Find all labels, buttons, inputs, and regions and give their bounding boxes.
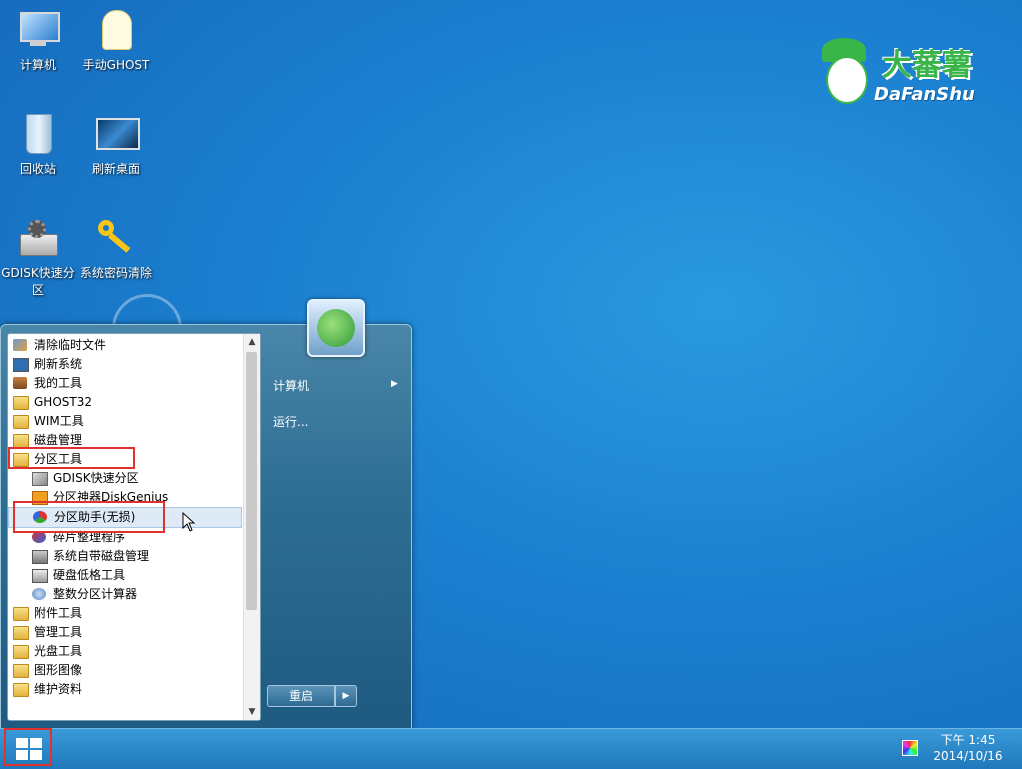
taskbar-clock[interactable]: 下午 1:45 2014/10/16 [928, 732, 1008, 764]
program-item[interactable]: 清除临时文件 [8, 336, 244, 355]
program-label: 清除临时文件 [34, 338, 107, 352]
desktop-icon-computer[interactable]: 计算机 [0, 8, 76, 73]
program-label: 我的工具 [34, 376, 83, 390]
display-settings-icon[interactable] [902, 740, 918, 756]
program-folder[interactable]: GHOST32 [8, 393, 244, 412]
scroll-thumb[interactable] [246, 352, 257, 610]
broom-icon [13, 339, 27, 351]
programs-scrollbar[interactable]: ▲ ▼ [243, 334, 260, 720]
dafanshu-logo: 大蕃薯 DaFanShu [812, 30, 992, 110]
right-panel-computer[interactable]: 计算机 [273, 377, 309, 394]
disk-tool-icon [32, 472, 48, 486]
program-folder[interactable]: 维护资料 [8, 680, 244, 699]
desktop-icon-label: 刷新桌面 [91, 162, 140, 176]
monitor-icon [13, 358, 29, 372]
program-label: 硬盘低格工具 [53, 568, 126, 582]
program-item-low-format[interactable]: 硬盘低格工具 [8, 566, 244, 585]
program-label: 磁盘管理 [34, 433, 83, 447]
highlight-partition-assistant [13, 501, 165, 533]
program-label: 系统自带磁盘管理 [53, 549, 150, 563]
gdisk-icon [16, 216, 60, 260]
program-folder[interactable]: 光盘工具 [8, 642, 244, 661]
mascot-icon [816, 38, 872, 106]
windows-logo-icon [16, 738, 42, 760]
start-menu: 清除临时文件 刷新系统 我的工具 GHOST32 WIM工具 磁盘管理 分区工具… [0, 299, 412, 730]
program-label: 维护资料 [34, 682, 83, 696]
right-panel-run[interactable]: 运行... [273, 413, 308, 430]
desktop-icon-label: 系统密码清除 [79, 266, 152, 280]
desktop-icon-label: 回收站 [19, 162, 56, 176]
program-label: 刷新系统 [34, 357, 83, 371]
computer-icon [16, 8, 60, 52]
folder-icon [13, 607, 29, 621]
folder-icon [13, 664, 29, 678]
folder-icon [13, 434, 29, 448]
scroll-up-icon[interactable]: ▲ [244, 334, 260, 350]
mascot-icon [317, 309, 355, 347]
scroll-down-icon[interactable]: ▼ [244, 704, 260, 720]
program-label: WIM工具 [34, 414, 84, 428]
desktop-icon-refresh-desktop[interactable]: 刷新桌面 [78, 112, 154, 177]
program-label: GHOST32 [34, 395, 92, 409]
program-folder[interactable]: 图形图像 [8, 661, 244, 680]
desktop-icon-label: 手动GHOST [82, 58, 150, 72]
program-item-partition-calculator[interactable]: 整数分区计算器 [8, 585, 244, 604]
toolbox-icon [13, 377, 27, 389]
desktop-icon-label: 计算机 [19, 58, 56, 72]
ghost-icon [94, 8, 138, 52]
program-label: 光盘工具 [34, 644, 83, 658]
restart-button[interactable]: 重启 [267, 685, 335, 707]
desktop-icon-gdisk[interactable]: GDISK快速分区 [0, 216, 76, 298]
folder-icon [13, 396, 29, 410]
desktop-icon-password-clear[interactable]: 系统密码清除 [78, 216, 154, 281]
program-item-gdisk[interactable]: GDISK快速分区 [8, 469, 244, 488]
recycle-bin-icon [16, 112, 60, 156]
clock-date: 2014/10/16 [933, 749, 1003, 763]
desktop-icon-recycle-bin[interactable]: 回收站 [0, 112, 76, 177]
program-item-disk-management[interactable]: 系统自带磁盘管理 [8, 547, 244, 566]
program-label: GDISK快速分区 [53, 471, 139, 485]
program-label: 整数分区计算器 [53, 587, 138, 601]
desktop-icon-manual-ghost[interactable]: 手动GHOST [78, 8, 154, 73]
program-folder[interactable]: 附件工具 [8, 604, 244, 623]
key-icon [94, 216, 138, 260]
program-item[interactable]: 刷新系统 [8, 355, 244, 374]
user-avatar[interactable] [307, 299, 365, 357]
harddisk-icon [32, 569, 48, 583]
chevron-right-icon: ▶ [391, 379, 398, 389]
program-label: 附件工具 [34, 606, 83, 620]
highlight-partition-tools [8, 447, 135, 469]
disk-manage-icon [32, 550, 48, 564]
program-item[interactable]: 我的工具 [8, 374, 244, 393]
program-folder[interactable]: WIM工具 [8, 412, 244, 431]
folder-icon [13, 645, 29, 659]
taskbar [0, 728, 1022, 769]
program-folder[interactable]: 管理工具 [8, 623, 244, 642]
logo-text-cn: 大蕃薯 [882, 48, 972, 83]
mouse-cursor-icon [182, 512, 196, 532]
start-button[interactable] [4, 728, 52, 766]
program-label: 图形图像 [34, 663, 83, 677]
restart-options-arrow-icon[interactable]: ▶ [335, 685, 357, 707]
calculator-icon [32, 588, 46, 600]
logo-text: DaFanShu [874, 84, 975, 105]
refresh-desktop-icon [94, 112, 140, 156]
folder-icon [13, 683, 29, 697]
desktop-icon-label: GDISK快速分区 [1, 266, 75, 297]
folder-icon [13, 415, 29, 429]
program-label: 管理工具 [34, 625, 83, 639]
clock-time: 下午 1:45 [940, 733, 996, 747]
folder-icon [13, 626, 29, 640]
